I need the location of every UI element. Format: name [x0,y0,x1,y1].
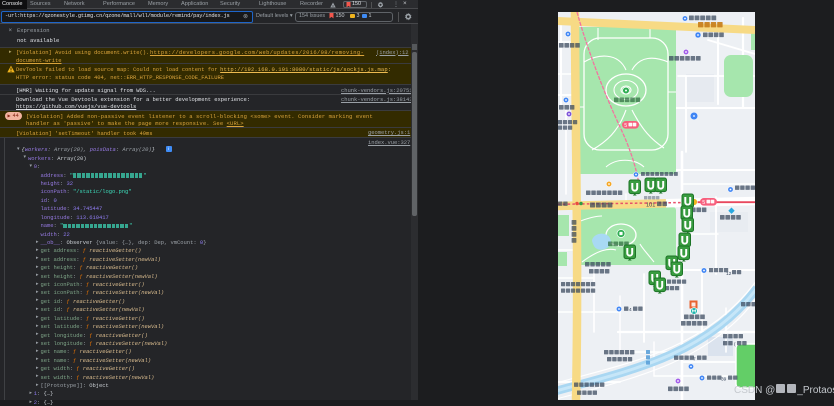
svg-text:5: 5 [702,200,705,206]
svg-text:4: 4 [629,307,632,313]
svg-text:39: 39 [721,377,727,383]
svg-text:12: 12 [726,271,732,277]
svg-text:7: 7 [693,356,696,362]
svg-text:5: 5 [624,123,627,129]
svg-text:101: 101 [646,203,655,209]
